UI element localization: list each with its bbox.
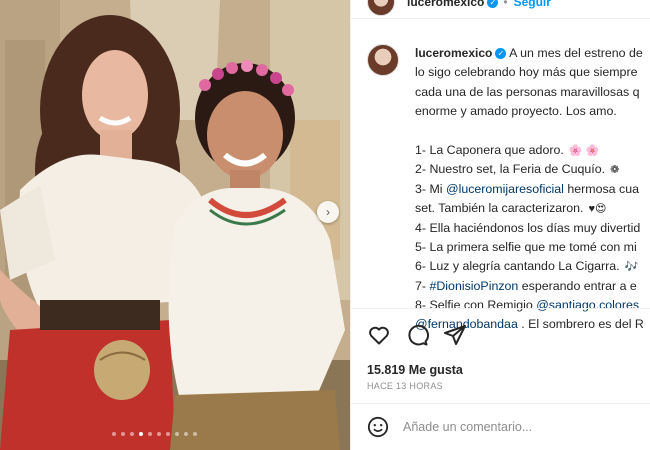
emoji: ♥😍 bbox=[588, 203, 607, 216]
carousel-dot bbox=[184, 432, 188, 436]
post-time[interactable]: HACE 13 HORAS bbox=[367, 381, 443, 391]
list-item-text: set. También la caracterizaron. bbox=[415, 201, 584, 216]
caption-list-item: 1- La Caponera que adoro. 🌸 🌸 bbox=[415, 141, 650, 160]
caption-list-item: 3- Mi @luceromijaresoficial hermosa cua bbox=[415, 180, 650, 199]
verified-icon: ✓ bbox=[487, 0, 499, 8]
list-item-text: hermosa cua bbox=[563, 181, 639, 196]
list-item-text: 6- Luz y alegría cantando La Cigarra. bbox=[415, 259, 620, 274]
caption-text: luceromexico ✓ A un mes del estreno de lo… bbox=[415, 44, 650, 335]
post-photo[interactable]: › bbox=[0, 0, 350, 450]
caption-list-item: 6- Luz y alegría cantando La Cigarra. 🎶 bbox=[415, 257, 650, 276]
verified-icon: ✓ bbox=[495, 48, 507, 60]
carousel-dot bbox=[112, 432, 116, 436]
carousel-dot bbox=[139, 432, 143, 436]
list-item-text: esperando entrar a e bbox=[518, 278, 637, 293]
caption-line: A un mes del estreno de bbox=[509, 46, 643, 60]
caption-avatar[interactable] bbox=[367, 44, 399, 76]
list-item-text: 1- La Caponera que adoro. bbox=[415, 142, 564, 157]
caption-list-item: 5- La primera selfie que me tomé con mi bbox=[415, 238, 650, 257]
photo-illustration bbox=[0, 0, 350, 450]
chevron-right-icon: › bbox=[326, 205, 330, 219]
carousel-dot bbox=[130, 432, 134, 436]
like-count[interactable]: 15.819 Me gusta bbox=[367, 363, 463, 377]
comment-icon[interactable] bbox=[405, 323, 429, 347]
caption-username[interactable]: luceromexico bbox=[415, 46, 492, 60]
carousel-dot bbox=[193, 432, 197, 436]
emoji: 🌸 🌸 bbox=[568, 144, 600, 157]
emoji-icon[interactable] bbox=[367, 416, 389, 438]
caption-line: enorme y amado proyecto. Los amo. bbox=[415, 104, 617, 119]
post-sidebar: luceromexico ✓ • Seguir luceromexico ✓ A … bbox=[350, 0, 650, 450]
caption-list: 1- La Caponera que adoro. 🌸 🌸 2- Nuestro s… bbox=[415, 141, 650, 335]
carousel-dot bbox=[121, 432, 125, 436]
list-item-text: 5- La primera selfie que me tomé con mi bbox=[415, 239, 637, 254]
carousel-dot bbox=[166, 432, 170, 436]
list-item-text: 3- Mi bbox=[415, 181, 446, 196]
carousel-dot bbox=[175, 432, 179, 436]
caption-list-item: 2- Nuestro set, la Feria de Cuquío. ❁ bbox=[415, 160, 650, 179]
carousel-indicator bbox=[112, 432, 197, 436]
carousel-dot bbox=[157, 432, 161, 436]
header-username[interactable]: luceromexico bbox=[407, 0, 484, 9]
mention-link[interactable]: #DionisioPinzon bbox=[429, 279, 518, 293]
caption-list-item: set. También la caracterizaron. ♥😍 bbox=[415, 199, 650, 218]
comment-input[interactable] bbox=[403, 420, 623, 434]
emoji: 🎶 bbox=[624, 261, 639, 274]
list-item-text: 4- Ella haciéndonos los días muy diverti… bbox=[415, 220, 641, 235]
share-icon[interactable] bbox=[443, 323, 467, 347]
separator: • bbox=[503, 0, 508, 9]
caption-line: cada una de las personas maravillosas q bbox=[415, 84, 640, 99]
carousel-dot bbox=[148, 432, 152, 436]
post-header: luceromexico ✓ • Seguir bbox=[351, 0, 650, 19]
caption-line: lo sigo celebrando hoy más que siempre bbox=[415, 65, 638, 80]
list-item-text: 7- bbox=[415, 278, 430, 293]
next-photo-button[interactable]: › bbox=[317, 201, 339, 223]
caption-list-item: 4- Ella haciéndonos los días muy diverti… bbox=[415, 219, 650, 238]
heart-icon[interactable] bbox=[367, 323, 391, 347]
avatar[interactable] bbox=[367, 0, 395, 16]
list-item-text: 2- Nuestro set, la Feria de Cuquío. bbox=[415, 162, 606, 177]
caption-list-item: 7- #DionisioPinzon esperando entrar a e bbox=[415, 277, 650, 296]
emoji: ❁ bbox=[610, 164, 620, 177]
follow-button[interactable]: Seguir bbox=[514, 0, 551, 9]
comment-bar bbox=[351, 403, 650, 450]
mention-link[interactable]: @luceromijaresoficial bbox=[446, 182, 564, 196]
